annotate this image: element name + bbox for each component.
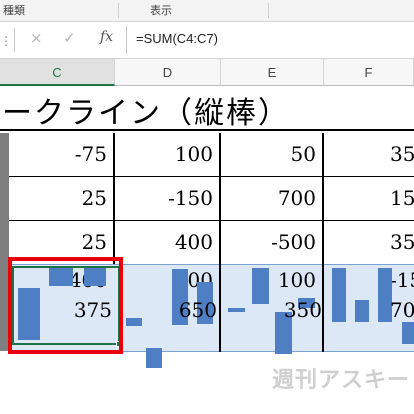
formula-input[interactable]: =SUM(C4:C7)	[126, 26, 414, 54]
cell-f4[interactable]: 35	[324, 133, 414, 176]
column-header-e[interactable]: E	[221, 59, 324, 86]
cell-c5[interactable]: 25	[9, 177, 113, 220]
column-border	[322, 264, 324, 352]
sparkline-bar	[228, 308, 245, 312]
ribbon-separator	[118, 3, 119, 18]
sparkline-bar	[332, 268, 346, 322]
title-row: ークライン（縦棒）	[0, 86, 414, 131]
column-header-f[interactable]: F	[324, 59, 414, 86]
watermark-logo: 週刊アスキー	[272, 368, 411, 393]
formula-bar-grip-icon[interactable]: ⋮	[0, 34, 12, 48]
sparkline-bar	[126, 318, 142, 326]
sparkline-bar	[355, 300, 369, 322]
total-e: 350	[283, 298, 322, 322]
cell-d4[interactable]: 100	[115, 133, 219, 176]
cell-e6[interactable]: -500	[221, 221, 322, 264]
cell-f6[interactable]: 35	[324, 221, 414, 264]
cell-c4[interactable]: -75	[9, 133, 113, 176]
sparkline-bar	[252, 268, 269, 304]
column-border	[219, 264, 221, 352]
ribbon-group-display: 表示	[150, 4, 172, 17]
sparkline-bar	[146, 348, 162, 368]
total-f: 70	[390, 298, 414, 322]
ribbon-group-type: 種類	[3, 4, 25, 17]
cell-e4[interactable]: 50	[221, 133, 322, 176]
formula-bar: ⋮ × ✓ fx =SUM(C4:C7)	[0, 22, 414, 59]
enter-icon[interactable]: ✓	[63, 29, 76, 47]
ribbon-separator	[268, 3, 269, 18]
sheet-title[interactable]: ークライン（縦棒）	[2, 88, 290, 132]
insert-function-icon[interactable]: fx	[100, 29, 113, 45]
column-header-c[interactable]: C	[0, 59, 115, 86]
cell-d5[interactable]: -150	[115, 177, 219, 220]
total-d: 650	[178, 298, 217, 322]
cell-d6[interactable]: 400	[115, 221, 219, 264]
ribbon-group-labels: 種類 表示	[0, 0, 414, 22]
cell-e5[interactable]: 700	[221, 177, 322, 220]
cancel-icon[interactable]: ×	[30, 29, 43, 47]
column-header-d[interactable]: D	[115, 59, 221, 86]
formula-bar-divider	[14, 28, 15, 52]
cell-f5[interactable]: 15	[324, 177, 414, 220]
highlight-box	[8, 257, 123, 354]
